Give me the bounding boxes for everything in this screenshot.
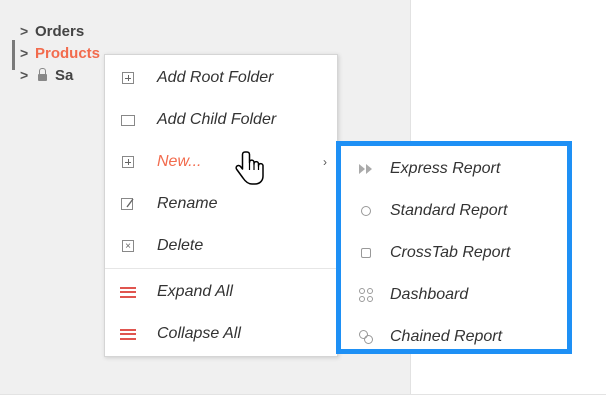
tree-item-sa[interactable]: > Sa: [20, 64, 73, 86]
chevron-right-icon: >: [20, 67, 29, 83]
menu-item-label: Add Root Folder: [157, 69, 274, 86]
submenu-item-crosstab-report[interactable]: CrossTab Report: [341, 232, 567, 274]
rename-icon: [120, 196, 136, 212]
chevron-right-icon: >: [20, 23, 29, 39]
expand-all-icon: [120, 284, 136, 300]
menu-item-add-root-folder[interactable]: Add Root Folder: [105, 57, 337, 99]
new-report-submenu: Express Report Standard Report CrossTab …: [336, 141, 572, 354]
menu-item-label: Collapse All: [157, 325, 241, 342]
menu-item-new[interactable]: New... ›: [105, 141, 337, 183]
tree-item-label: Orders: [35, 22, 85, 40]
delete-icon: ×: [120, 238, 136, 254]
fast-forward-icon: [359, 162, 373, 176]
collapse-all-icon: [120, 326, 136, 342]
menu-item-label: New...: [157, 153, 202, 170]
menu-item-delete[interactable]: × Delete: [105, 225, 337, 267]
folder-icon: [120, 112, 136, 128]
lock-icon: [38, 67, 47, 81]
submenu-item-label: CrossTab Report: [390, 244, 511, 261]
tree-item-label: Products: [35, 44, 101, 62]
menu-item-label: Delete: [157, 237, 204, 254]
menu-item-add-child-folder[interactable]: Add Child Folder: [105, 99, 337, 141]
submenu-item-label: Chained Report: [390, 328, 503, 345]
submenu-item-chained-report[interactable]: Chained Report: [341, 316, 567, 358]
add-folder-icon: [120, 70, 136, 86]
dashboard-icon: [359, 288, 373, 302]
submenu-item-express-report[interactable]: Express Report: [341, 148, 567, 190]
circle-icon: [359, 204, 373, 218]
submenu-item-label: Dashboard: [390, 286, 469, 303]
submenu-item-dashboard[interactable]: Dashboard: [341, 274, 567, 316]
menu-item-label: Expand All: [157, 283, 233, 300]
chain-icon: [359, 330, 373, 344]
square-icon: [359, 246, 373, 260]
submenu-item-label: Express Report: [390, 160, 501, 177]
hand-cursor-icon: [235, 151, 264, 185]
selection-indicator: [12, 40, 15, 70]
menu-item-collapse-all[interactable]: Collapse All: [105, 313, 337, 355]
context-menu: Add Root Folder Add Child Folder New... …: [104, 54, 338, 357]
tree-item-products[interactable]: > Products: [20, 42, 100, 64]
menu-item-label: Rename: [157, 195, 218, 212]
tree-item-label: Sa: [55, 66, 74, 84]
chevron-right-icon: >: [20, 45, 29, 61]
menu-item-label: Add Child Folder: [157, 111, 277, 128]
menu-separator: [105, 268, 337, 269]
menu-item-expand-all[interactable]: Expand All: [105, 271, 337, 313]
menu-item-rename[interactable]: Rename: [105, 183, 337, 225]
submenu-item-standard-report[interactable]: Standard Report: [341, 190, 567, 232]
plus-icon: [120, 154, 136, 170]
divider: [0, 394, 606, 395]
chevron-right-icon: ›: [323, 155, 327, 169]
submenu-item-label: Standard Report: [390, 202, 508, 219]
tree-item-orders[interactable]: > Orders: [20, 20, 84, 42]
